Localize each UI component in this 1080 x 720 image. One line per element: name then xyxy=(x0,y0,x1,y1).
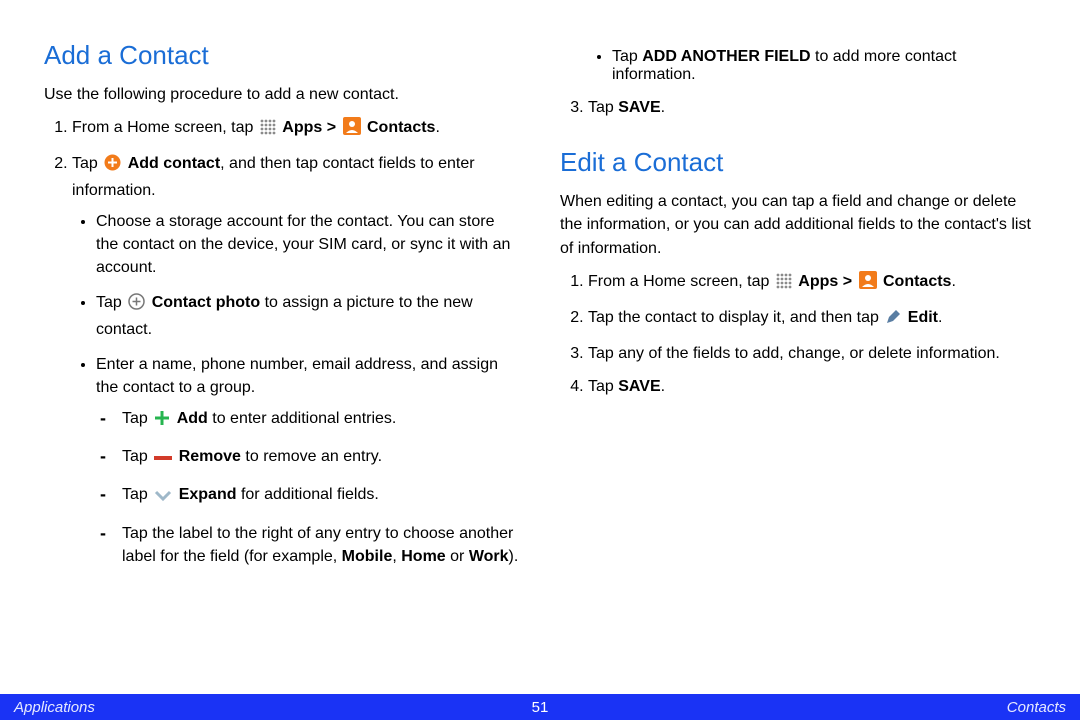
footer-left: Applications xyxy=(14,699,95,716)
work-label: Work xyxy=(469,548,509,565)
right-column: Tap ADD ANOTHER FIELD to add more contac… xyxy=(560,40,1036,580)
add-bullets: Choose a storage account for the contact… xyxy=(72,210,520,568)
save-label: SAVE xyxy=(618,99,660,116)
two-column-content: Add a Contact Use the following procedur… xyxy=(0,0,1080,580)
text: Tap xyxy=(588,378,618,395)
heading-add-contact: Add a Contact xyxy=(44,40,520,71)
contact-photo-icon xyxy=(128,293,145,317)
contact-photo-label: Contact photo xyxy=(152,294,260,311)
dash-remove: Tap Remove to remove an entry. xyxy=(122,445,520,471)
text: . xyxy=(661,378,665,395)
text: Tap xyxy=(72,155,102,172)
dash-label: Tap the label to the right of any entry … xyxy=(122,522,520,568)
contacts-label: Contacts xyxy=(883,273,951,290)
pencil-icon xyxy=(885,309,901,332)
text: or xyxy=(446,548,469,565)
contacts-icon xyxy=(859,271,877,296)
document-page: Add a Contact Use the following procedur… xyxy=(0,0,1080,720)
period: . xyxy=(951,273,955,290)
add-label: Add xyxy=(177,410,208,427)
text: . xyxy=(938,309,942,326)
footer-right: Contacts xyxy=(1007,699,1066,716)
text: to remove an entry. xyxy=(241,448,382,465)
text: for additional fields. xyxy=(237,486,379,503)
edit-label: Edit xyxy=(908,309,938,326)
page-footer: Applications 51 Contacts xyxy=(0,694,1080,720)
edit-step-4: Tap SAVE. xyxy=(588,375,1036,398)
text: From a Home screen, tap xyxy=(72,119,258,136)
bullet-photo: Tap Contact photo to assign a picture to… xyxy=(96,291,520,340)
text: Tap xyxy=(122,448,152,465)
intro-edit: When editing a contact, you can tap a fi… xyxy=(560,190,1036,260)
text: Enter a name, phone number, email addres… xyxy=(96,356,498,396)
mobile-label: Mobile xyxy=(342,548,393,565)
text: . xyxy=(661,99,665,116)
page-number: 51 xyxy=(532,699,549,716)
text: Tap xyxy=(122,486,152,503)
minus-icon xyxy=(154,448,172,471)
gt: > xyxy=(322,119,340,136)
expand-label: Expand xyxy=(179,486,237,503)
heading-edit-contact: Edit a Contact xyxy=(560,147,1036,178)
apps-label: Apps xyxy=(798,273,838,290)
remove-label: Remove xyxy=(179,448,241,465)
text: , xyxy=(392,548,401,565)
add-contact-label: Add contact xyxy=(128,155,220,172)
add-bullets-cont: Tap ADD ANOTHER FIELD to add more contac… xyxy=(588,48,1036,84)
add-contact-icon xyxy=(104,154,121,178)
add-step-1: From a Home screen, tap Apps > Contacts. xyxy=(72,116,520,142)
add-steps-cont: Tap SAVE. xyxy=(560,96,1036,119)
contacts-label: Contacts xyxy=(367,119,435,136)
edit-step-3: Tap any of the fields to add, change, or… xyxy=(588,342,1036,365)
plus-icon xyxy=(154,410,170,433)
add-steps: From a Home screen, tap Apps > Contacts.… xyxy=(44,116,520,568)
edit-steps: From a Home screen, tap Apps > Contacts.… xyxy=(560,270,1036,399)
apps-label: Apps xyxy=(282,119,322,136)
period: . xyxy=(435,119,439,136)
dash-add: Tap Add to enter additional entries. xyxy=(122,407,520,433)
bullet-storage: Choose a storage account for the contact… xyxy=(96,210,520,280)
dash-expand: Tap Expand for additional fields. xyxy=(122,483,520,509)
text: From a Home screen, tap xyxy=(588,273,774,290)
chevron-down-icon xyxy=(154,486,172,509)
edit-step-1: From a Home screen, tap Apps > Contacts. xyxy=(588,270,1036,296)
text: ). xyxy=(509,548,519,565)
apps-grid-icon xyxy=(776,273,792,296)
text: to enter additional entries. xyxy=(208,410,397,427)
save-label: SAVE xyxy=(618,378,660,395)
text: Tap xyxy=(612,48,642,65)
intro-add: Use the following procedure to add a new… xyxy=(44,83,520,106)
add-another-field-label: ADD ANOTHER FIELD xyxy=(642,48,810,65)
home-label: Home xyxy=(401,548,445,565)
gt: > xyxy=(838,273,856,290)
apps-grid-icon xyxy=(260,119,276,142)
edit-step-2: Tap the contact to display it, and then … xyxy=(588,306,1036,332)
text: Tap xyxy=(588,99,618,116)
add-step-2: Tap Add contact, and then tap contact fi… xyxy=(72,152,520,568)
add-dashes: Tap Add to enter additional entries. Tap… xyxy=(96,407,520,568)
contacts-icon xyxy=(343,117,361,142)
bullet-enter-name: Enter a name, phone number, email addres… xyxy=(96,353,520,568)
bullet-add-field: Tap ADD ANOTHER FIELD to add more contac… xyxy=(612,48,1036,84)
add-step-3: Tap SAVE. xyxy=(588,96,1036,119)
text: Tap xyxy=(96,294,126,311)
text: Tap xyxy=(122,410,152,427)
text: Tap the contact to display it, and then … xyxy=(588,309,883,326)
left-column: Add a Contact Use the following procedur… xyxy=(44,40,520,580)
